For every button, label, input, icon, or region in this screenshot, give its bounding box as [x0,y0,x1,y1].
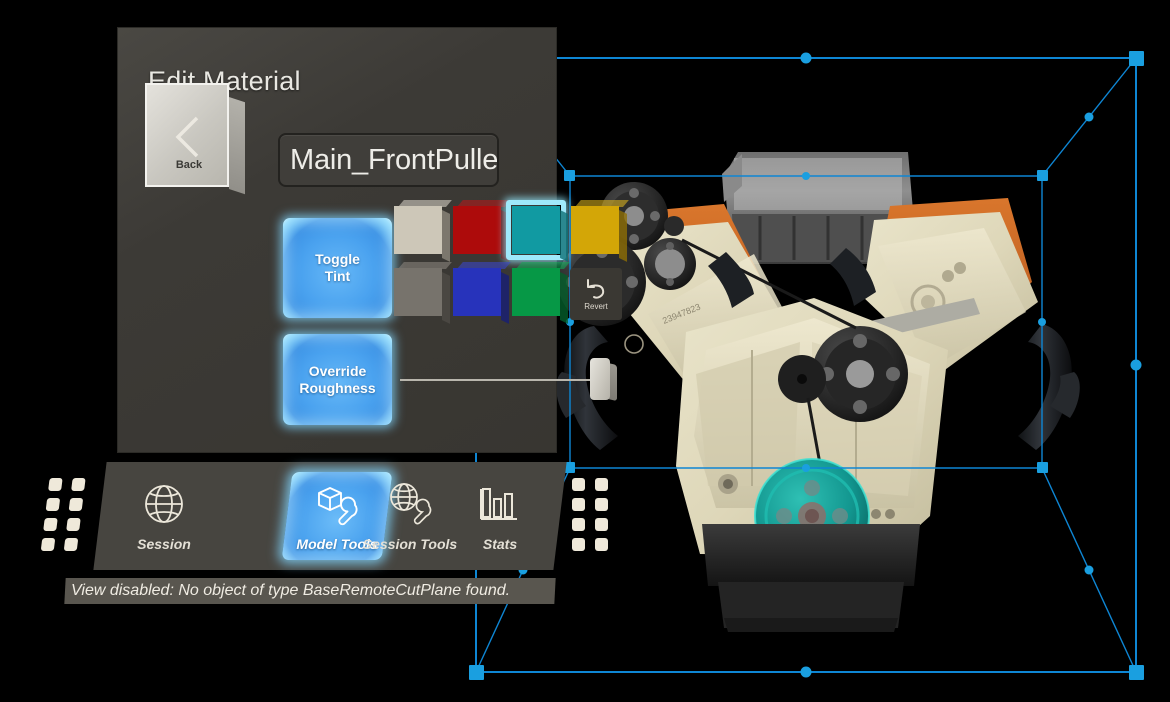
grip-dot [595,498,608,511]
swatch-teal[interactable] [506,200,568,262]
tab-session[interactable]: Session [112,462,216,570]
grip-dot [595,478,608,491]
back-button-face: Back [145,83,229,187]
edit-material-panel: Edit Material Back Main_FrontPulley Togg… [118,28,629,452]
swatch-red[interactable] [453,200,511,262]
cube-wrench-icon [318,486,358,525]
bottom-toolbar: Session Model Tools Session Tools Stats [93,462,567,570]
back-button-label: Back [175,159,203,171]
grip-dot [66,518,81,531]
app-root: 23947823 Edit Material Back Main_FrontPu… [0,0,1170,702]
swatch-gold[interactable] [571,200,629,262]
swatch-blue[interactable] [453,262,511,324]
roughness-slider[interactable] [400,358,626,402]
grip-dot [48,478,63,491]
override-roughness-label-line1: Override [308,362,367,379]
grip-dot [595,518,608,531]
grip-dot [71,478,86,491]
chevron-left-icon [175,116,199,158]
roughness-slider-handle[interactable] [590,358,617,402]
tab-session-tools[interactable]: Session Tools [358,462,462,570]
override-roughness-label-line2: Roughness [299,379,376,396]
tab-stats[interactable]: Stats [448,462,552,570]
drag-handle-left[interactable] [40,478,91,554]
grip-dot [43,518,58,531]
drag-handle-right[interactable] [572,478,614,554]
toggle-tint-label-line2: Tint [324,268,351,284]
grip-dot [45,498,61,511]
grip-dot [572,518,585,531]
revert-button-label: Revert [584,302,608,311]
swatch-beige[interactable] [394,200,452,262]
globe-icon [145,484,183,523]
grip-dot [572,478,585,491]
globe-wrench-icon [390,482,432,524]
tab-stats-label: Stats [482,535,518,552]
back-button-3d-side [229,97,245,195]
bar-chart-icon [480,487,517,520]
swatch-green[interactable] [512,262,570,324]
toggle-tint-label-line1: Toggle [315,251,360,267]
grip-dot [572,498,585,511]
toggle-tint-button[interactable]: Toggle Tint [283,218,392,318]
material-name-field[interactable]: Main_FrontPulley [278,133,499,187]
engine-model-viewport[interactable]: 23947823 [556,136,1086,632]
grip-dot [63,538,79,551]
tab-session-tools-label: Session Tools [362,535,458,552]
status-bar: View disabled: No object of type BaseRem… [64,578,556,604]
revert-button[interactable]: Revert [570,268,622,320]
undo-arrow-icon [587,279,605,299]
grip-dot [40,538,56,551]
grip-dot [572,538,585,551]
grip-dot [595,538,608,551]
tint-color-swatch-grid: Revert [394,200,629,326]
oil-pan [702,524,920,632]
back-button[interactable]: Back [145,83,245,200]
tab-session-label: Session [137,535,191,552]
override-roughness-button[interactable]: Override Roughness [283,334,392,425]
status-message: View disabled: No object of type BaseRem… [71,582,511,599]
roughness-slider-track [400,379,600,381]
grip-dot [68,498,84,511]
swatch-gray[interactable] [394,262,452,324]
